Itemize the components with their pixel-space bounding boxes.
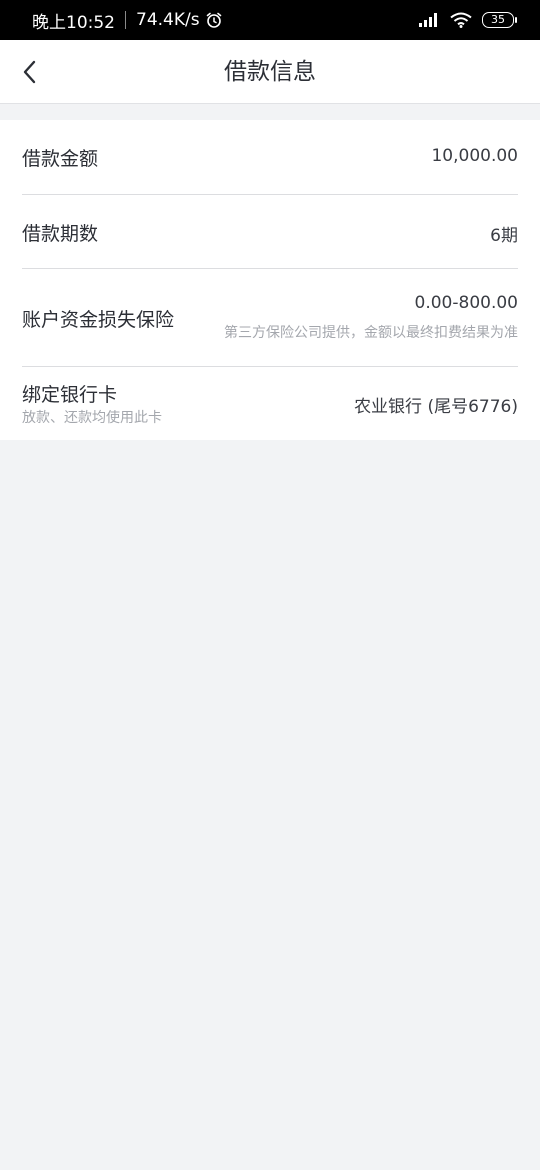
status-bar: 晚上10:52 74.4K/s 35 (0, 0, 540, 40)
loan-periods-label: 借款期数 (22, 223, 99, 245)
status-left: 晚上10:52 74.4K/s (32, 8, 223, 33)
loan-periods-row: 借款期数 6期 (22, 195, 518, 269)
page-title: 借款信息 (224, 59, 316, 85)
bank-card-row[interactable]: 绑定银行卡 放款、还款均使用此卡 农业银行 (尾号6776) (22, 367, 518, 440)
bank-card-value: 农业银行 (尾号6776) (354, 397, 518, 417)
loan-periods-value: 6期 (490, 226, 518, 246)
status-time: 晚上10:52 (32, 12, 115, 33)
alarm-icon (205, 11, 223, 29)
loan-amount-label: 借款金额 (22, 148, 99, 170)
loan-amount-value: 10,000.00 (431, 146, 518, 166)
status-separator (125, 11, 126, 29)
signal-icon (418, 12, 440, 28)
bank-card-label: 绑定银行卡 (22, 384, 118, 406)
battery-icon: 35 (482, 12, 517, 28)
network-speed: 74.4K/s (136, 10, 200, 30)
loan-info-card: 借款金额 10,000.00 借款期数 6期 账户资金损失保险 0.00-800… (0, 120, 540, 440)
status-right: 35 (418, 12, 517, 28)
insurance-note: 第三方保险公司提供，金额以最终扣费结果为准 (224, 325, 518, 341)
loan-amount-row: 借款金额 10,000.00 (22, 120, 518, 195)
insurance-value: 0.00-800.00 (414, 293, 518, 313)
wifi-icon (450, 12, 472, 28)
insurance-label: 账户资金损失保险 (22, 309, 175, 331)
insurance-row: 账户资金损失保险 0.00-800.00 第三方保险公司提供，金额以最终扣费结果… (22, 269, 518, 367)
navigation-bar: 借款信息 (0, 40, 540, 104)
bank-card-sub: 放款、还款均使用此卡 (22, 410, 162, 426)
